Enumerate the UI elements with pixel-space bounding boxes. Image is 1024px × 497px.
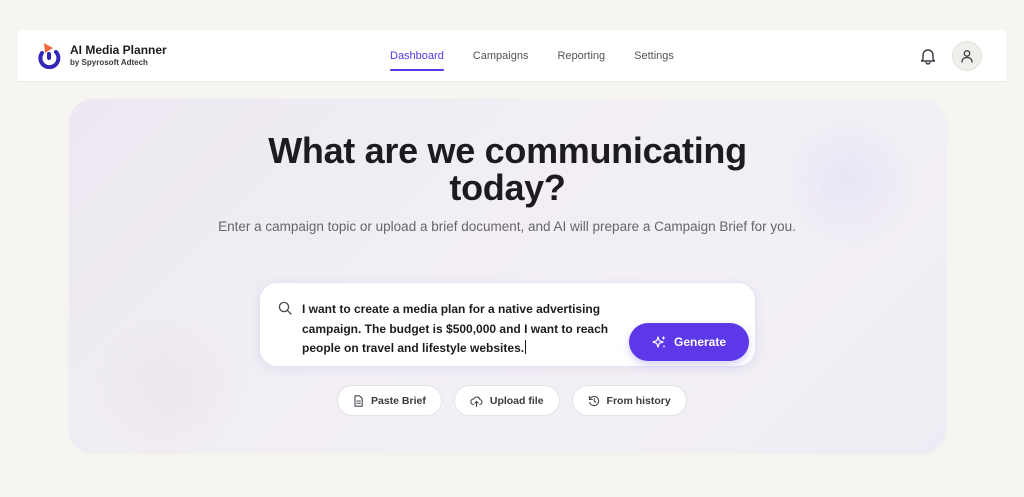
- brand-logo-icon: [38, 43, 61, 69]
- hero-panel: What are we communicating today? Enter a…: [69, 99, 946, 453]
- user-icon: [961, 50, 973, 63]
- search-icon: [278, 301, 292, 315]
- page-title-text: What are we communicating today?: [268, 130, 747, 208]
- cloud-upload-icon: [470, 395, 483, 407]
- page-subtitle: Enter a campaign topic or upload a brief…: [218, 219, 796, 234]
- prompt-input[interactable]: I want to create a media plan for a nati…: [302, 300, 622, 359]
- page-title: What are we communicating today?: [69, 132, 946, 206]
- app-frame: AI Media Planner by Spyrosoft Adtech Das…: [0, 0, 1024, 497]
- text-caret: [525, 340, 527, 354]
- nav-campaigns[interactable]: Campaigns: [473, 30, 529, 82]
- from-history-button[interactable]: From history: [571, 385, 687, 416]
- prompt-box[interactable]: I want to create a media plan for a nati…: [259, 282, 756, 367]
- upload-file-button[interactable]: Upload file: [453, 385, 560, 416]
- app-name: AI Media Planner: [70, 42, 167, 57]
- generate-button[interactable]: Generate: [629, 323, 749, 361]
- avatar[interactable]: [952, 41, 982, 71]
- nav-reporting[interactable]: Reporting: [557, 30, 605, 82]
- paste-brief-button[interactable]: Paste Brief: [337, 385, 442, 416]
- document-icon: [354, 394, 363, 407]
- main-nav: Dashboard Campaigns Reporting Settings: [390, 30, 703, 82]
- upload-file-label: Upload file: [489, 394, 544, 407]
- generate-button-label: Generate: [673, 335, 727, 349]
- top-bar: AI Media Planner by Spyrosoft Adtech Das…: [18, 30, 1006, 82]
- prompt-input-value: I want to create a media plan for a nati…: [302, 302, 609, 355]
- brand[interactable]: AI Media Planner by Spyrosoft Adtech: [36, 41, 167, 69]
- sparkles-icon: [652, 335, 666, 348]
- from-history-label: From history: [606, 394, 671, 407]
- quick-actions: Paste Brief Upload file From history: [337, 385, 699, 416]
- nav-dashboard[interactable]: Dashboard: [390, 30, 444, 82]
- nav-settings[interactable]: Settings: [634, 30, 674, 82]
- bell-icon[interactable]: [920, 47, 936, 65]
- app-byline: by Spyrosoft Adtech: [70, 57, 148, 67]
- paste-brief-label: Paste Brief: [371, 394, 426, 407]
- history-icon: [588, 395, 599, 406]
